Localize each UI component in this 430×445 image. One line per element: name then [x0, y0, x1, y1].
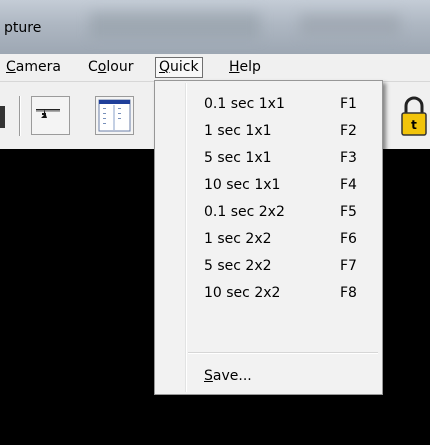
menu-item-shortcut: F6	[340, 231, 357, 247]
window-title: pture	[4, 20, 42, 36]
title-bar-blur	[90, 12, 260, 38]
menu-quick[interactable]: Quick	[155, 57, 203, 78]
exposure-slider-button[interactable]	[31, 96, 70, 135]
toolbar-partial-button[interactable]	[0, 106, 5, 128]
title-bar-blur-right	[300, 14, 400, 36]
menu-item-label: 1 sec 1x1	[204, 123, 272, 139]
menu-item-shortcut: F5	[340, 204, 357, 220]
menu-item-shortcut: F2	[340, 123, 357, 139]
menu-item-shortcut: F3	[340, 150, 357, 166]
quick-item-10-sec-1x1[interactable]: 10 sec 1x1 F4	[157, 172, 379, 198]
menu-help-label: elp	[239, 59, 261, 75]
quick-item-save[interactable]: Save...	[157, 363, 379, 389]
menu-quick-label: uick	[170, 59, 199, 75]
title-bar: pture	[0, 0, 430, 54]
lock-icon: t	[401, 96, 427, 136]
menu-camera-label: amera	[15, 59, 61, 75]
menu-help-mnemonic: H	[229, 59, 240, 75]
menu-colour-label: lour	[106, 59, 134, 75]
menu-colour[interactable]: Colour	[86, 58, 135, 77]
menu-item-label: 5 sec 2x2	[204, 258, 272, 274]
quick-item-1-sec-1x1[interactable]: 1 sec 1x1 F2	[157, 118, 379, 144]
quick-item-1-sec-2x2[interactable]: 1 sec 2x2 F6	[157, 226, 379, 252]
quick-item-0-1-sec-1x1[interactable]: 0.1 sec 1x1 F1	[157, 91, 379, 117]
menu-item-label: 0.1 sec 1x1	[204, 96, 285, 112]
menu-item-label: 10 sec 1x1	[204, 177, 281, 193]
menu-item-label: Save...	[204, 363, 252, 389]
menu-bar: Camera Colour Quick Help	[0, 54, 430, 82]
menu-item-shortcut: F7	[340, 258, 357, 274]
quick-menu-dropdown: 0.1 sec 1x1 F1 1 sec 1x1 F2 5 sec 1x1 F3…	[154, 80, 383, 395]
quick-item-0-1-sec-2x2[interactable]: 0.1 sec 2x2 F5	[157, 199, 379, 225]
menu-item-label: 5 sec 1x1	[204, 150, 272, 166]
save-label: ave...	[212, 368, 252, 384]
menu-separator	[188, 352, 378, 354]
window-layout-button[interactable]	[95, 96, 134, 135]
menu-help[interactable]: Help	[227, 58, 263, 77]
lock-button[interactable]: t	[398, 94, 430, 138]
exposure-slider-icon	[36, 109, 60, 118]
quick-item-5-sec-2x2[interactable]: 5 sec 2x2 F7	[157, 253, 379, 279]
menu-item-shortcut: F8	[340, 285, 357, 301]
window-layout-icon	[98, 99, 131, 132]
quick-item-5-sec-1x1[interactable]: 5 sec 1x1 F3	[157, 145, 379, 171]
menu-item-shortcut: F4	[340, 177, 357, 193]
menu-quick-mnemonic: Q	[159, 59, 171, 75]
svg-text:t: t	[411, 118, 417, 132]
menu-item-label: 0.1 sec 2x2	[204, 204, 285, 220]
menu-item-shortcut: F1	[340, 96, 357, 112]
save-mnemonic: S	[204, 368, 213, 384]
menu-camera-mnemonic: C	[6, 59, 16, 75]
menu-colour-label-start: C	[88, 59, 98, 75]
quick-item-10-sec-2x2[interactable]: 10 sec 2x2 F8	[157, 280, 379, 306]
menu-item-label: 1 sec 2x2	[204, 231, 272, 247]
menu-item-label: 10 sec 2x2	[204, 285, 281, 301]
toolbar-separator	[19, 96, 21, 136]
menu-camera[interactable]: Camera	[4, 58, 63, 77]
